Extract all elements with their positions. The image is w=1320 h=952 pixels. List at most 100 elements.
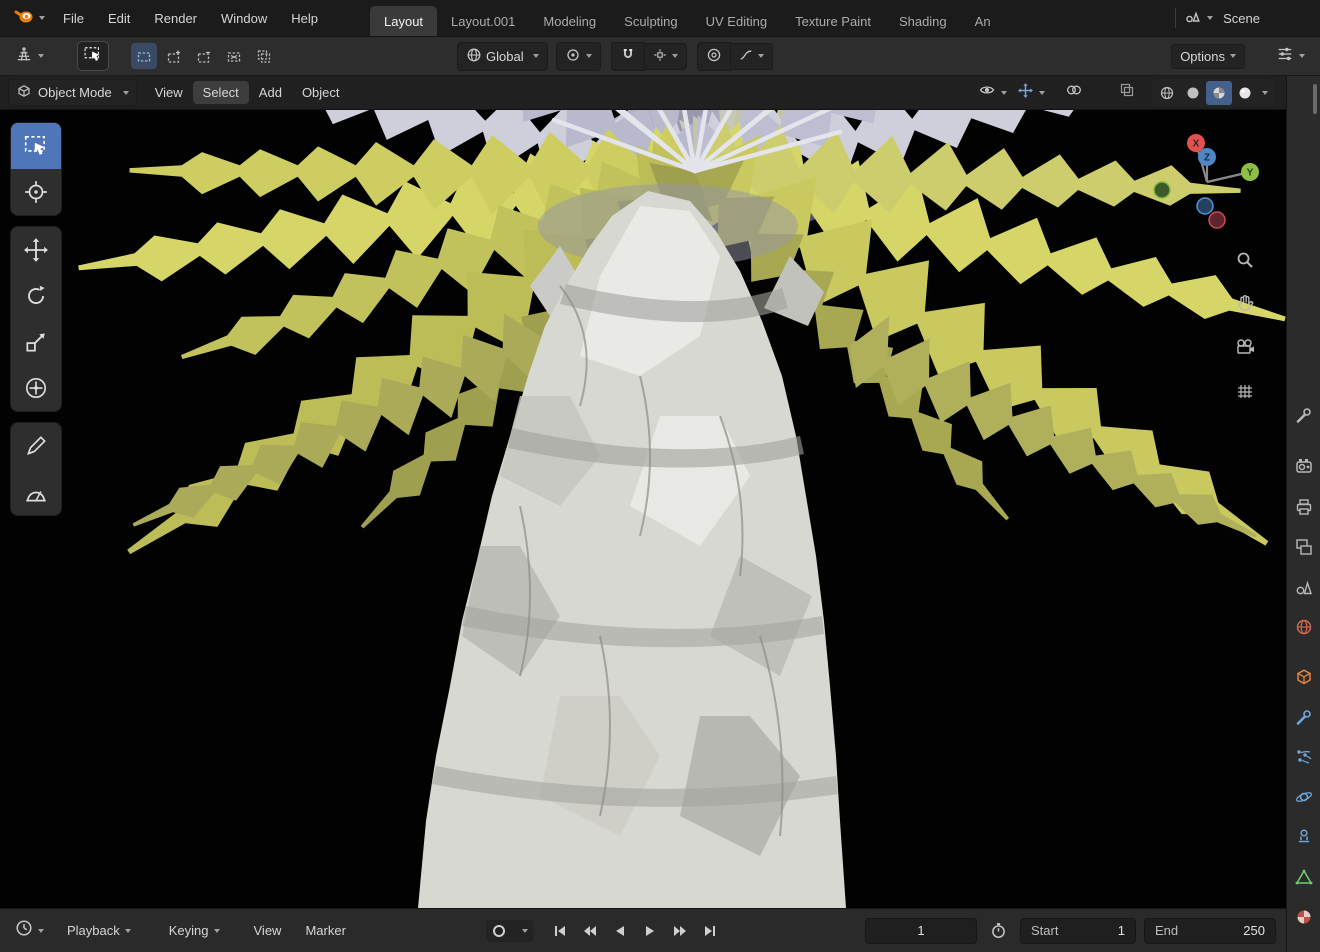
options-dropdown[interactable]: Options	[1171, 43, 1245, 69]
menu-view[interactable]: View	[145, 81, 193, 104]
menu-window[interactable]: Window	[209, 6, 279, 31]
play-button[interactable]	[637, 919, 663, 943]
tab-particles[interactable]	[1292, 745, 1316, 769]
scrollbar[interactable]	[1313, 84, 1317, 114]
zoom-button[interactable]	[1231, 246, 1259, 274]
keying-menu[interactable]: Keying	[157, 918, 232, 943]
transform-orientation-dropdown[interactable]: Global	[457, 41, 548, 71]
timeline-editor-type-button[interactable]	[10, 916, 49, 945]
workspace-tab-layout[interactable]: Layout	[370, 6, 438, 36]
workspace-tab-shading[interactable]: Shading	[885, 6, 961, 36]
menu-file[interactable]: File	[51, 6, 96, 31]
viewport-header: Object Mode View Select Add Object	[0, 76, 1286, 110]
workspace-tab-animation-truncated[interactable]: An	[961, 6, 1005, 36]
snap-toggle-button[interactable]	[610, 41, 645, 71]
workspace-tab-texture-paint[interactable]: Texture Paint	[781, 6, 885, 36]
snap-group	[610, 41, 687, 71]
tool-cursor[interactable]	[11, 169, 61, 215]
pan-button[interactable]	[1231, 289, 1259, 317]
editor-type-button[interactable]	[10, 42, 49, 71]
tab-material[interactable]	[1292, 905, 1316, 929]
tab-tool[interactable]	[1292, 403, 1316, 427]
options-label: Options	[1180, 48, 1225, 64]
shading-solid-button[interactable]	[1180, 81, 1206, 105]
active-tool-button[interactable]	[77, 41, 109, 71]
workspace-tab-layout-001[interactable]: Layout.001	[437, 6, 529, 36]
tab-modifiers[interactable]	[1292, 705, 1316, 729]
select-mode-subtract-button[interactable]	[191, 43, 217, 69]
menu-help[interactable]: Help	[279, 6, 330, 31]
tab-scene[interactable]	[1292, 575, 1316, 599]
gizmos-dropdown[interactable]	[1012, 79, 1050, 107]
tool-annotate[interactable]	[11, 423, 61, 469]
shading-wireframe-button[interactable]	[1154, 81, 1180, 105]
snap-with-dropdown[interactable]	[644, 42, 687, 70]
auto-key-options-dropdown[interactable]	[512, 926, 533, 936]
prev-keyframe-button[interactable]	[577, 919, 603, 943]
tool-rotate[interactable]	[11, 273, 61, 319]
proportional-edit-toggle[interactable]	[696, 41, 731, 71]
tab-physics[interactable]	[1292, 785, 1316, 809]
select-mode-invert-button[interactable]	[221, 43, 247, 69]
xray-toggle[interactable]	[1114, 79, 1140, 106]
axis-neg-x-ball[interactable]	[1208, 211, 1226, 229]
timeline-marker-menu[interactable]: Marker	[293, 918, 357, 943]
menu-add[interactable]: Add	[249, 81, 292, 104]
tool-scale[interactable]	[11, 319, 61, 365]
viewport-render[interactable]	[0, 76, 1286, 908]
select-mode-set-button[interactable]	[131, 43, 157, 69]
proportional-falloff-dropdown[interactable]	[730, 42, 773, 70]
pivot-point-dropdown[interactable]	[555, 41, 601, 71]
scene-selector[interactable]: Scene	[1184, 8, 1320, 29]
menu-render[interactable]: Render	[142, 6, 209, 31]
overlays-toggle[interactable]	[1060, 79, 1088, 106]
tool-move[interactable]	[11, 227, 61, 273]
tool-settings-bar: Global Options	[0, 36, 1320, 76]
select-mode-extend-button[interactable]	[161, 43, 187, 69]
navigation-gizmo[interactable]: X Z Y	[1147, 122, 1267, 242]
axis-neg-z-ball[interactable]	[1196, 197, 1214, 215]
mode-value: Object Mode	[38, 85, 112, 100]
workspace-tab-sculpting[interactable]: Sculpting	[610, 6, 691, 36]
menu-select[interactable]: Select	[192, 81, 249, 104]
workspace-tab-uv-editing[interactable]: UV Editing	[692, 6, 781, 36]
play-reverse-button[interactable]	[607, 919, 633, 943]
auto-key-record-button[interactable]	[486, 920, 512, 942]
frame-end-field[interactable]: End 250	[1144, 917, 1276, 944]
playback-menu[interactable]: Playback	[55, 918, 143, 943]
overlays-icon	[1065, 82, 1083, 103]
next-keyframe-button[interactable]	[667, 919, 693, 943]
workspace-tab-modeling[interactable]: Modeling	[529, 6, 610, 36]
tool-box-select[interactable]	[11, 123, 61, 169]
frame-start-field[interactable]: Start 1	[1020, 917, 1136, 944]
properties-editor-type-button[interactable]	[1271, 42, 1310, 71]
mode-dropdown[interactable]: Object Mode	[8, 79, 137, 106]
tab-world[interactable]	[1292, 615, 1316, 639]
tool-measure[interactable]	[11, 469, 61, 515]
select-mode-intersect-button[interactable]	[251, 43, 277, 69]
tab-object[interactable]	[1292, 665, 1316, 689]
tool-transform[interactable]	[11, 365, 61, 411]
jump-to-start-button[interactable]	[547, 919, 573, 943]
tab-render[interactable]	[1292, 454, 1316, 478]
tab-output[interactable]	[1292, 495, 1316, 519]
tab-view-layer[interactable]	[1292, 535, 1316, 559]
shading-rendered-button[interactable]	[1232, 81, 1258, 105]
blender-menu-button[interactable]	[8, 8, 51, 29]
viewport-3d[interactable]: Object Mode View Select Add Object X Z Y	[0, 76, 1286, 908]
playback-label: Playback	[67, 923, 120, 938]
menu-edit[interactable]: Edit	[96, 6, 142, 31]
axis-neg-y-ball[interactable]	[1153, 181, 1171, 199]
shading-material-button[interactable]	[1206, 80, 1232, 105]
tab-object-data[interactable]	[1292, 865, 1316, 889]
visibility-dropdown[interactable]	[973, 79, 1012, 106]
menu-object[interactable]: Object	[292, 81, 350, 104]
tab-constraints[interactable]	[1292, 825, 1316, 849]
timeline-view-menu[interactable]: View	[242, 918, 294, 943]
current-frame-field[interactable]: 1	[865, 917, 977, 944]
preview-range-toggle[interactable]	[985, 919, 1012, 942]
camera-view-button[interactable]	[1231, 333, 1259, 361]
current-frame-value: 1	[917, 923, 925, 938]
jump-to-end-button[interactable]	[697, 919, 723, 943]
ortho-toggle-button[interactable]	[1231, 377, 1259, 405]
